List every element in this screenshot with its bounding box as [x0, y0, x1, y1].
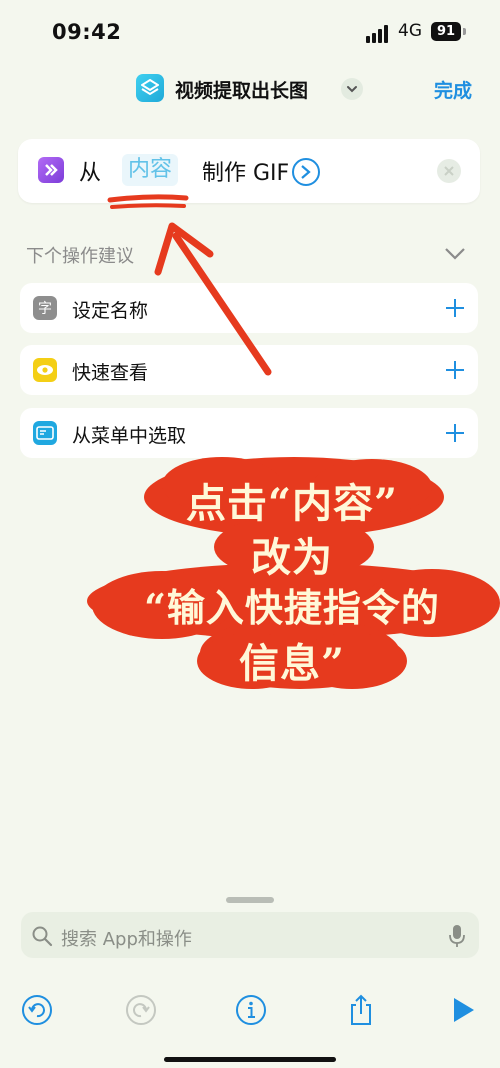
- sheet-grabber[interactable]: [226, 897, 274, 903]
- annotation-line: 信息”: [238, 640, 345, 687]
- editor-toolbar: [0, 985, 500, 1035]
- home-indicator: [164, 1057, 336, 1062]
- search-input[interactable]: 搜索 App和操作: [61, 925, 192, 951]
- share-icon[interactable]: [344, 993, 378, 1027]
- info-icon[interactable]: [234, 993, 268, 1027]
- microphone-icon[interactable]: [449, 924, 465, 948]
- search-icon: [32, 926, 53, 947]
- redo-icon[interactable]: [124, 993, 158, 1027]
- run-icon[interactable]: [446, 993, 480, 1027]
- undo-icon[interactable]: [20, 993, 54, 1027]
- annotation-line: “输入快捷指令的: [144, 585, 440, 630]
- annotation-line: 改为: [251, 534, 333, 581]
- annotation-callout: 点击“内容” 改为 “输入快捷指令的 信息”: [82, 455, 500, 695]
- annotation-line: 点击“内容”: [185, 480, 398, 527]
- annotation-arrow: [107, 194, 272, 376]
- search-bar[interactable]: 搜索 App和操作: [21, 912, 479, 958]
